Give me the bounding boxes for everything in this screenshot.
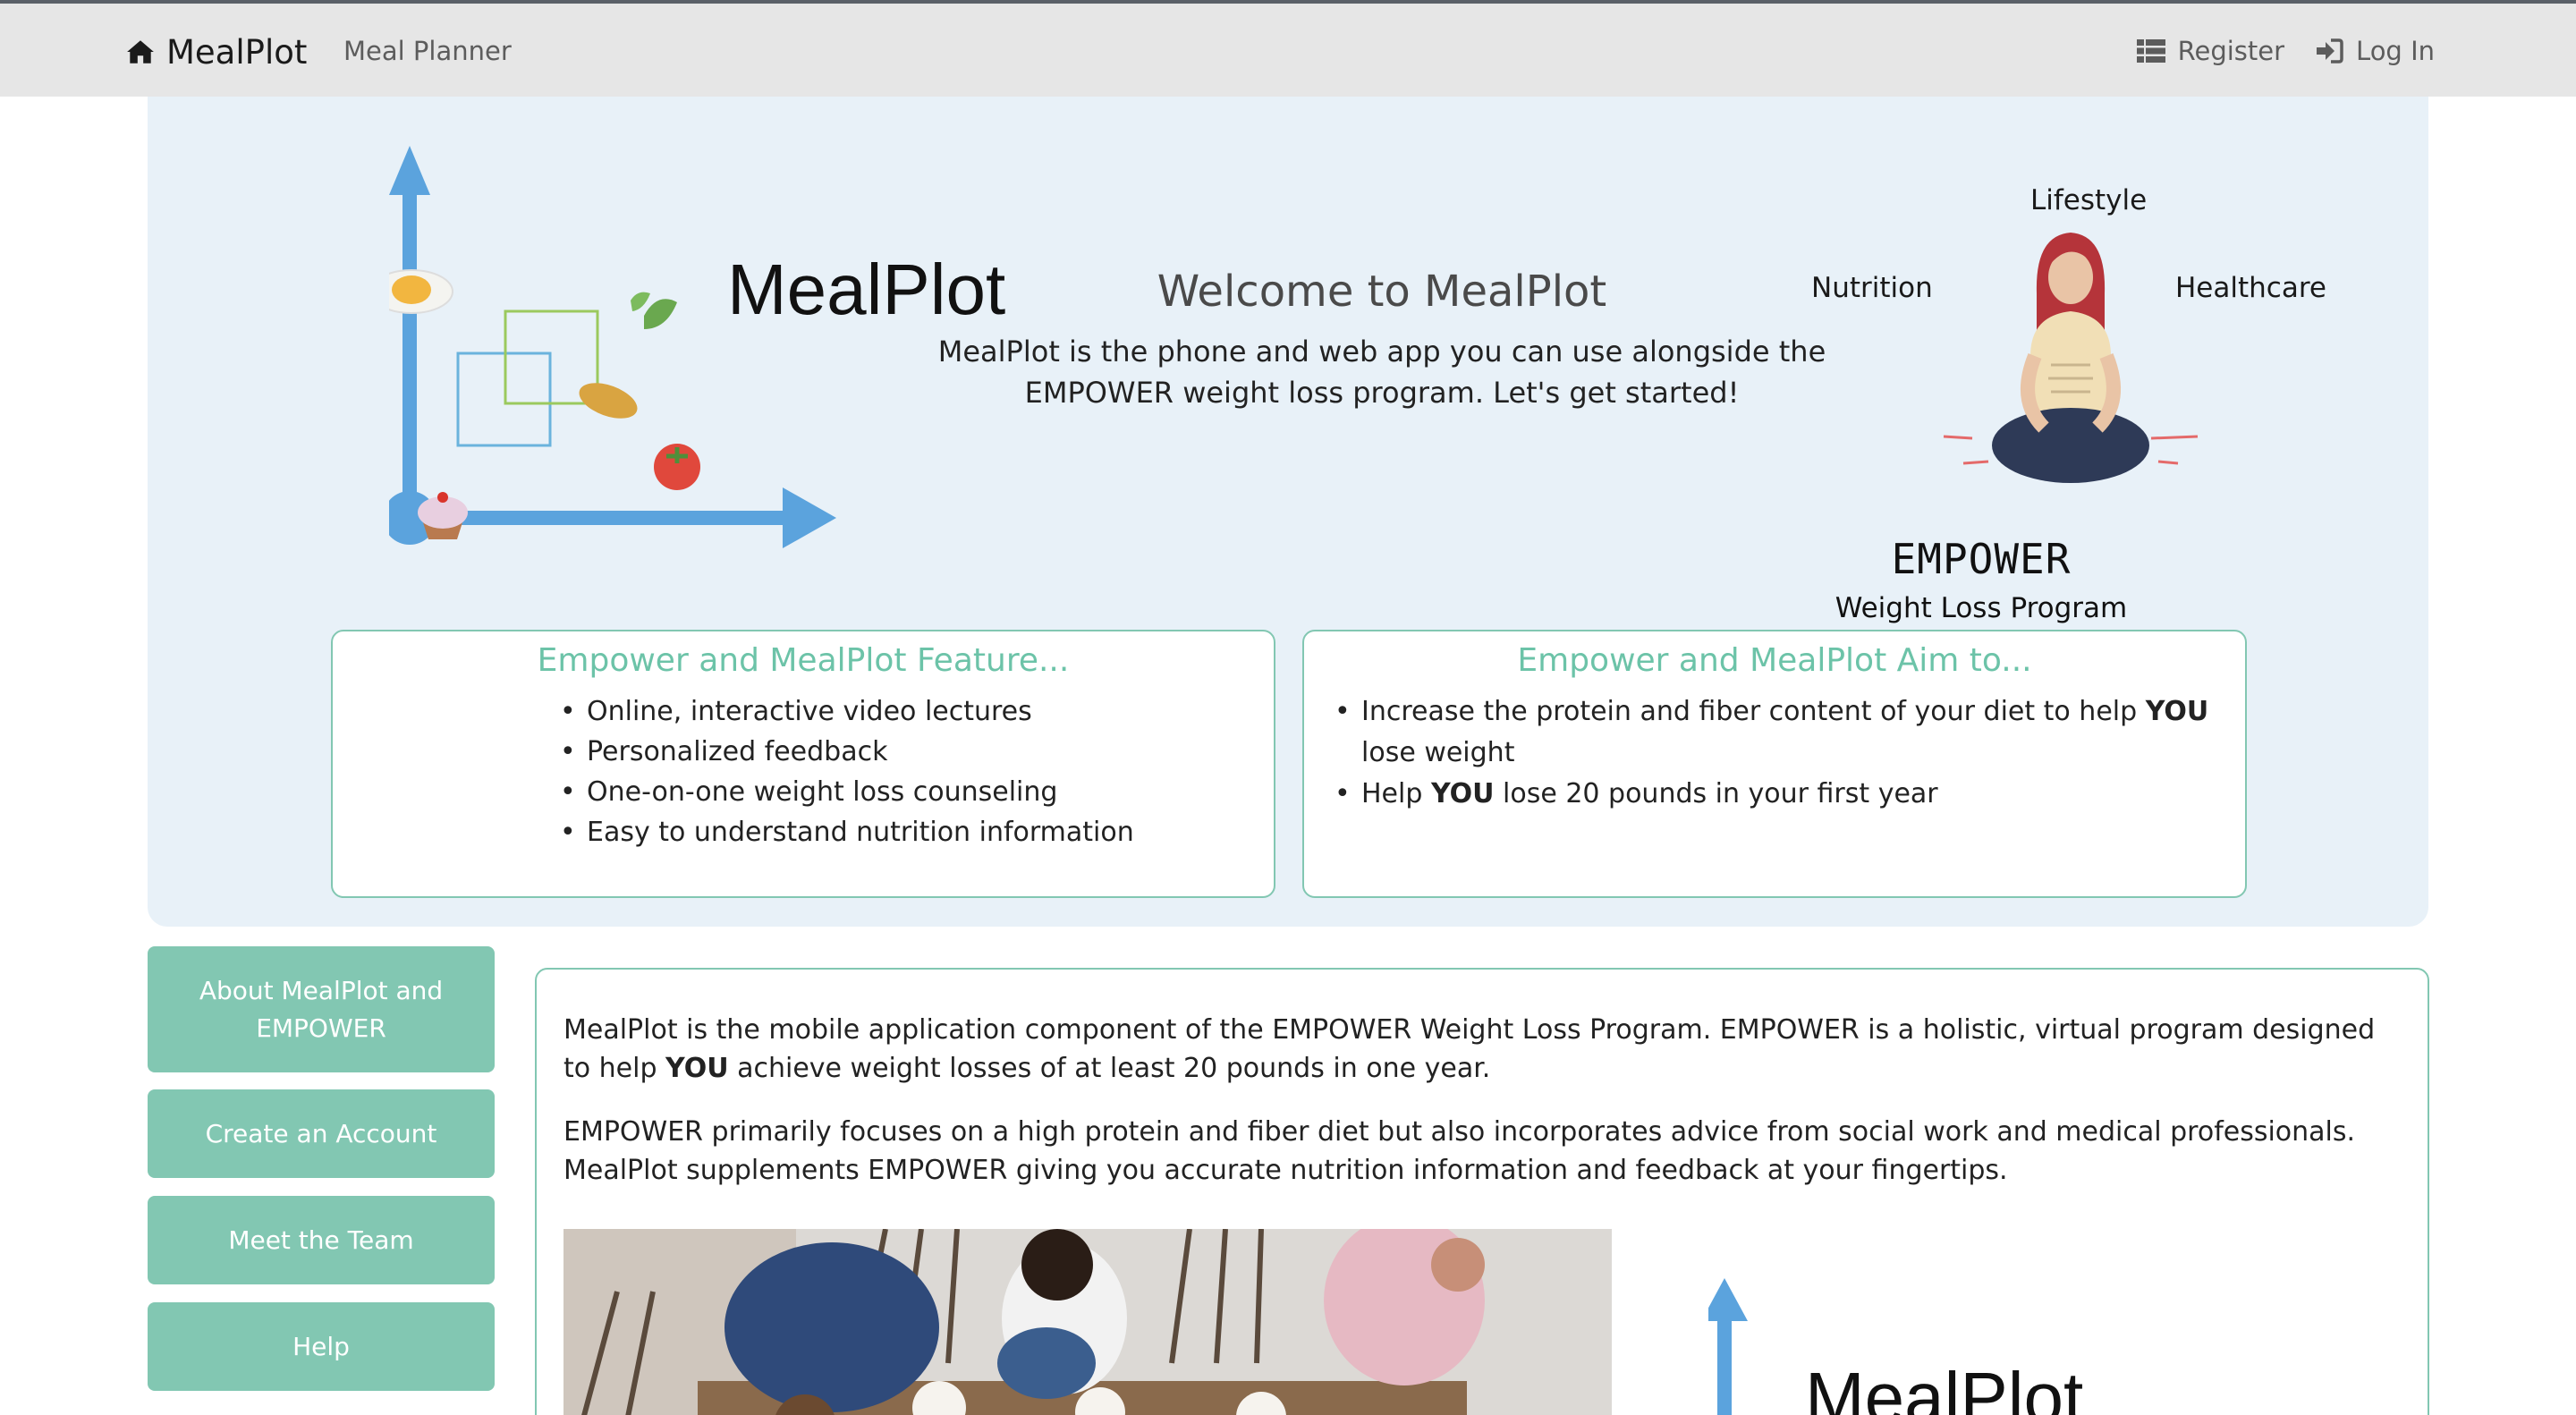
hero-section: MealPlot Welcome to MealPlot MealPlot is…	[148, 97, 2428, 927]
sign-in-icon	[2317, 38, 2343, 64]
feature-item: Personalized feedback	[556, 732, 1247, 772]
register-label: Register	[2177, 36, 2285, 66]
lifestyle-label: Lifestyle	[2030, 184, 2148, 216]
top-navbar: MealPlot Meal Planner Register Log In	[0, 0, 2576, 97]
mealplot-logo-small: MealPlot	[1701, 1278, 2245, 1415]
about-content-card: MealPlot is the mobile application compo…	[535, 968, 2429, 1415]
aim-item: Increase the protein and fiber content o…	[1331, 691, 2218, 774]
aim-item: Help YOU lose 20 pounds in your first ye…	[1331, 774, 2218, 815]
nutrition-label: Nutrition	[1811, 272, 1933, 304]
login-label: Log In	[2356, 36, 2435, 66]
logo-wordmark-small: MealPlot	[1805, 1358, 2084, 1415]
feature-item: Online, interactive video lectures	[556, 691, 1247, 732]
welcome-block: Welcome to MealPlot MealPlot is the phon…	[935, 267, 1829, 413]
brand-link[interactable]: MealPlot	[125, 30, 307, 73]
nav-meal-planner[interactable]: Meal Planner	[343, 36, 512, 66]
sidebar-item-about[interactable]: About MealPlot and EMPOWER	[148, 946, 495, 1072]
photo-illustration	[564, 1229, 1612, 1415]
feature-item: Easy to understand nutrition information	[556, 812, 1247, 852]
sidebar-item-create-account[interactable]: Create an Account	[148, 1089, 495, 1178]
empower-title: EMPOWER	[1891, 535, 2072, 583]
mealplot-logo: MealPlot	[369, 141, 1005, 562]
nav-right-group: Register Log In	[2136, 36, 2435, 66]
people-at-table-photo	[564, 1229, 1612, 1415]
welcome-text: MealPlot is the phone and web app you ca…	[937, 335, 1826, 410]
aims-title: Empower and MealPlot Aim to...	[1517, 642, 2032, 679]
feature-item: One-on-one weight loss counseling	[556, 772, 1247, 812]
features-list: Online, interactive video lectures Perso…	[360, 691, 1247, 852]
about-paragraph-1: MealPlot is the mobile application compo…	[564, 1014, 2376, 1084]
aims-list: Increase the protein and fiber content o…	[1331, 691, 2218, 815]
home-icon	[127, 40, 154, 64]
login-link[interactable]: Log In	[2315, 36, 2435, 66]
meditating-figure-illustration	[1943, 233, 2199, 483]
register-link[interactable]: Register	[2136, 36, 2285, 66]
empower-logo: Lifestyle Nutrition Healthcare EMPOWER W…	[1704, 168, 2326, 633]
sidebar-item-meet-team[interactable]: Meet the Team	[148, 1196, 495, 1284]
list-icon	[2136, 39, 2165, 63]
sidebar-item-help[interactable]: Help	[148, 1302, 495, 1391]
logo-axes-graphic	[369, 146, 836, 548]
welcome-title: Welcome to MealPlot	[1157, 267, 1607, 317]
features-card: Empower and MealPlot Feature... Online, …	[331, 630, 1275, 898]
empower-subtitle: Weight Loss Program	[1835, 592, 2128, 624]
aims-card: Empower and MealPlot Aim to... Increase …	[1302, 630, 2247, 898]
brand-name: MealPlot	[166, 32, 308, 72]
about-paragraph-2: EMPOWER primarily focuses on a high prot…	[564, 1116, 2356, 1186]
features-title: Empower and MealPlot Feature...	[537, 642, 1070, 679]
